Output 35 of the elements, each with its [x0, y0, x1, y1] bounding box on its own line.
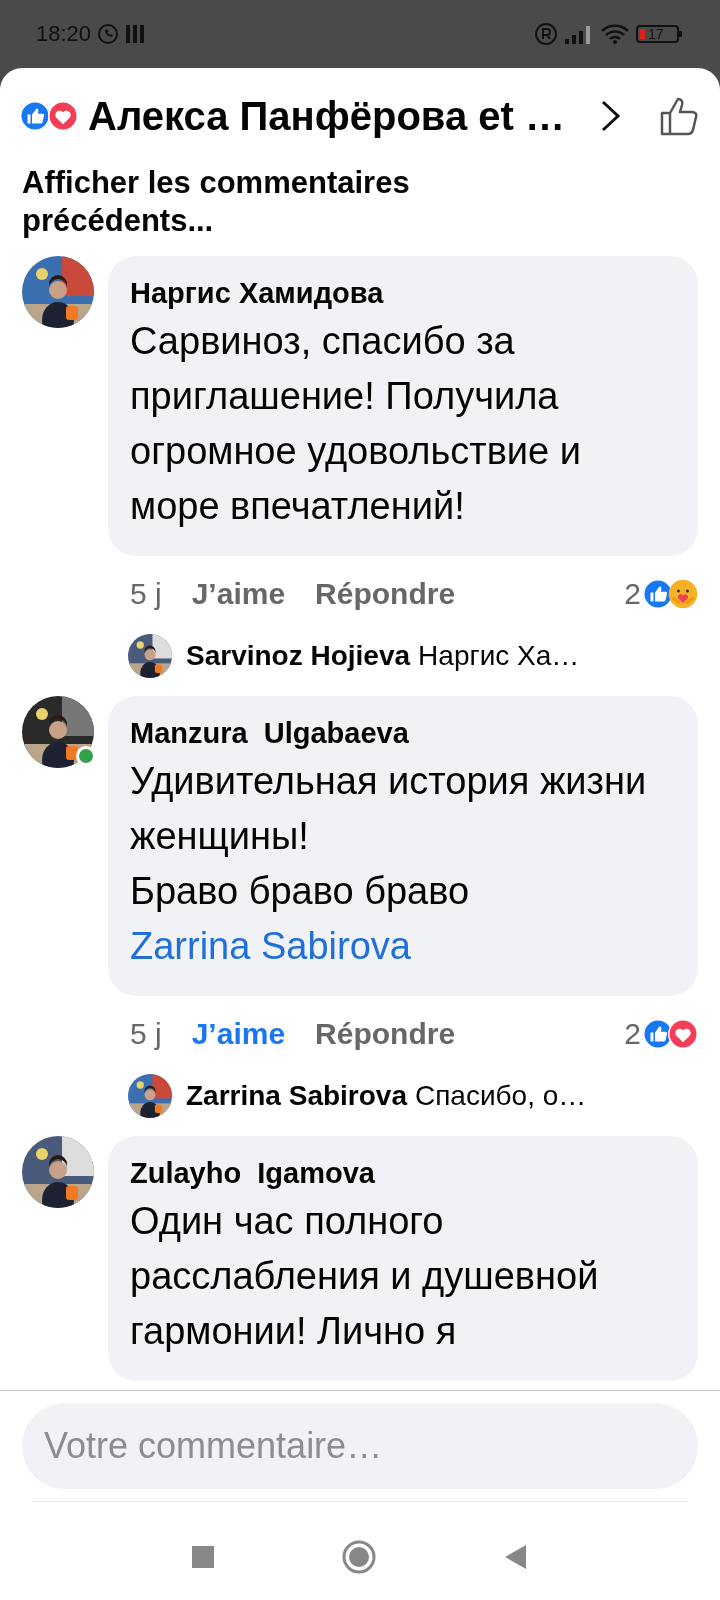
mention-link[interactable]: Zarrina Sabirova — [130, 919, 668, 974]
like-reaction-icon — [20, 101, 50, 131]
reply-preview[interactable]: Наргис Ха… — [418, 640, 580, 672]
home-icon[interactable] — [342, 1540, 376, 1574]
comment-author[interactable]: Manzura Ulgabaeva — [130, 712, 668, 754]
reply-button[interactable]: Répondre — [315, 1017, 456, 1051]
like-button[interactable]: J’aime — [191, 577, 286, 611]
comment-author[interactable]: Наргис Хамидова — [130, 272, 668, 314]
heart-reaction-icon — [48, 101, 78, 131]
reaction-count: 2 — [624, 1017, 641, 1051]
wifi-icon — [600, 23, 630, 45]
comment-text: Один час полного расслабления и душевной гармонии! Лично я — [130, 1199, 600, 1354]
reply-button[interactable]: Répondre — [315, 577, 456, 611]
comment-author[interactable]: Zulayho Igamova — [130, 1152, 668, 1194]
reply-preview[interactable]: Спасибо, о… — [415, 1080, 587, 1112]
hug-reaction-icon — [668, 579, 698, 609]
registered-icon — [534, 22, 558, 46]
comment-text: Сарвиноз, спасибо за приглашение! Получила огромное удовольствие и море впечатлений! — [130, 319, 582, 529]
comment-input[interactable]: Votre commentaire… — [22, 1403, 698, 1489]
reaction-count: 2 — [624, 577, 641, 611]
reply-author[interactable]: Sarvinoz Hojieva — [186, 640, 411, 672]
comment-time: 5 j — [130, 577, 162, 611]
thumbs-up-icon[interactable] — [660, 96, 698, 136]
comment-text: Удивительная история жизни женщины! Браво браво браво — [130, 759, 648, 914]
chevron-right-icon[interactable] — [600, 99, 622, 133]
back-icon[interactable] — [504, 1544, 528, 1570]
chat-app-icon — [97, 23, 120, 45]
heart-reaction-icon — [668, 1019, 698, 1049]
comment-time: 5 j — [130, 1017, 162, 1051]
previous-comments-link[interactable]: Afficher les commentaires précédents... — [0, 144, 520, 240]
like-reaction-icon — [643, 579, 673, 609]
status-time: 18:20 — [36, 21, 92, 47]
reactions-title: Алекса Панфёрова et … — [88, 93, 565, 139]
like-button[interactable]: J’aime — [191, 1017, 286, 1051]
reply-author[interactable]: Zarrina Sabirova — [186, 1080, 407, 1112]
